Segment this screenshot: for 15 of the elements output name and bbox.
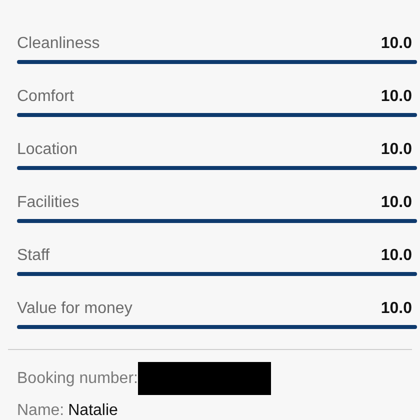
guest-name: Natalie [68,401,118,420]
rating-score: 10.0 [380,34,412,54]
rating-label: Value for money [17,299,132,319]
rating-label: Comfort [17,87,74,107]
rating-score: 10.0 [380,87,412,107]
rating-score: 10.0 [380,140,412,160]
booking-number-label: Booking number: [17,368,138,388]
rating-score: 10.0 [380,193,412,213]
rating-label: Facilities [17,193,80,213]
rating-score: 10.0 [380,299,412,319]
name-label: Name: [17,401,64,420]
rating-label: Cleanliness [17,34,100,54]
rating-label: Location [17,140,78,160]
rating-score: 10.0 [380,246,412,266]
rating-label: Staff [17,246,50,266]
